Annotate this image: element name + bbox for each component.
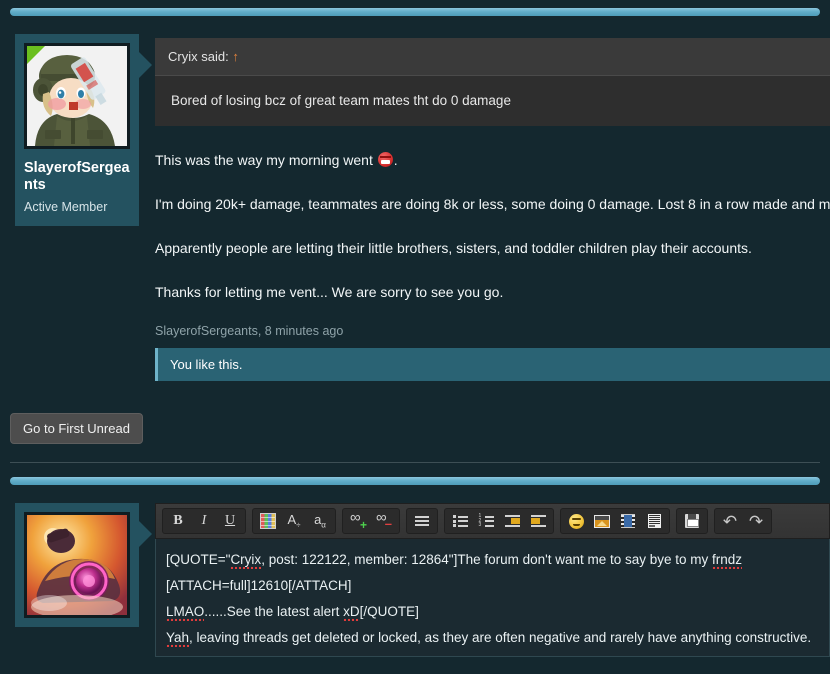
- editor-avatar[interactable]: [24, 512, 130, 618]
- post-paragraph-1: This was the way my morning went .: [155, 150, 830, 170]
- toolbar-group-text-style: A÷ aα: [252, 508, 336, 534]
- floppy-disk-icon: [685, 514, 699, 528]
- underline-icon: U: [225, 513, 235, 529]
- text-color-button[interactable]: [255, 509, 281, 533]
- post-meta: SlayerofSergeants, 8 minutes ago: [155, 324, 830, 338]
- numbered-list-button[interactable]: [473, 509, 499, 533]
- reply-editor-block: B I U A÷ aα: [0, 485, 830, 657]
- undo-arrow-icon: ↶: [723, 513, 737, 530]
- post-paragraph-3: Apparently people are letting their litt…: [155, 238, 830, 258]
- remove-link-button[interactable]: [371, 509, 397, 533]
- post-user-panel: SlayerofSergeants Active Member: [15, 34, 139, 226]
- bold-button[interactable]: B: [165, 509, 191, 533]
- quote-body: Bored of losing bcz of great team mates …: [155, 76, 830, 126]
- bold-icon: B: [173, 513, 182, 529]
- editor-line-3: LMAO......See the latest alert xD[/QUOTE…: [166, 599, 819, 625]
- outdent-icon: [505, 515, 520, 527]
- quote-jump-arrow-icon[interactable]: ↑: [232, 49, 239, 64]
- insert-media-button[interactable]: [615, 509, 641, 533]
- unordered-list-icon: [453, 515, 468, 527]
- reply-accent-bar: [10, 477, 820, 485]
- spellcheck-word: LMAO: [166, 604, 204, 623]
- toolbar-group-lists-indent: [444, 508, 554, 534]
- bullet-list-button[interactable]: [447, 509, 473, 533]
- quote-header[interactable]: Cryix said: ↑: [155, 38, 830, 76]
- spellcheck-word: frndz: [712, 552, 742, 571]
- indent-icon: [531, 515, 546, 527]
- section-divider: [10, 462, 820, 463]
- underline-button[interactable]: U: [217, 509, 243, 533]
- editor-line-2: [ATTACH=full]12610[/ATTACH]: [166, 573, 819, 599]
- toolbar-group-history: ↶ ↷: [714, 508, 772, 534]
- toolbar-group-insert-media: [560, 508, 670, 534]
- font-size-button[interactable]: A÷: [281, 509, 307, 533]
- smilies-button[interactable]: [563, 509, 589, 533]
- indent-button[interactable]: [525, 509, 551, 533]
- post-message-column: Cryix said: ↑ Bored of losing bcz of gre…: [155, 34, 830, 381]
- italic-icon: I: [202, 513, 207, 529]
- editor-column: B I U A÷ aα: [155, 503, 830, 657]
- spellcheck-word: Yah: [166, 630, 189, 649]
- editor-toolbar: B I U A÷ aα: [155, 503, 830, 539]
- link-add-icon: [350, 514, 366, 528]
- post-username[interactable]: SlayerofSergeants: [24, 160, 130, 194]
- toolbar-group-link-tools: [342, 508, 400, 534]
- font-family-icon: aα: [314, 512, 326, 530]
- align-button[interactable]: [409, 509, 435, 533]
- film-icon: [621, 514, 635, 528]
- insert-table-button[interactable]: [641, 509, 667, 533]
- go-to-first-unread-button[interactable]: Go to First Unread: [10, 413, 143, 444]
- spellcheck-word: Cryix: [230, 552, 261, 571]
- post-user-title: Active Member: [24, 200, 130, 214]
- undo-button[interactable]: ↶: [717, 509, 743, 533]
- insert-image-button[interactable]: [589, 509, 615, 533]
- italic-button[interactable]: I: [191, 509, 217, 533]
- font-size-icon: A÷: [287, 512, 300, 530]
- quote-author-label: Cryix said:: [168, 49, 229, 64]
- align-left-icon: [415, 516, 429, 527]
- post-paragraph-4: Thanks for letting me vent... We are sor…: [155, 282, 830, 302]
- editor-line-1: [QUOTE="Cryix, post: 122122, member: 128…: [166, 547, 819, 573]
- avatar[interactable]: [24, 43, 130, 149]
- spellcheck-word: xD: [343, 604, 360, 623]
- paragraph-1-text-after: .: [394, 152, 398, 168]
- toolbar-group-draft: [676, 508, 708, 534]
- editor-line-4: Yah, leaving threads get deleted or lock…: [166, 625, 819, 651]
- editor-avatar-image: [27, 515, 127, 615]
- smiley-icon: [569, 514, 584, 529]
- save-draft-button[interactable]: [679, 509, 705, 533]
- insert-link-button[interactable]: [345, 509, 371, 533]
- redo-arrow-icon: ↷: [749, 513, 763, 530]
- paragraph-1-text-before: This was the way my morning went: [155, 152, 377, 168]
- toolbar-group-text-format: B I U: [162, 508, 246, 534]
- post-paragraph-2: I'm doing 20k+ damage, teammates are doi…: [155, 194, 830, 214]
- editor-user-panel: [15, 503, 139, 627]
- font-family-button[interactable]: aα: [307, 509, 333, 533]
- post-likes-bar[interactable]: You like this.: [155, 348, 830, 381]
- document-icon: [648, 514, 661, 528]
- toolbar-group-alignment: [406, 508, 438, 534]
- quote-block: Cryix said: ↑ Bored of losing bcz of gre…: [155, 38, 830, 126]
- top-accent-bar: [10, 8, 820, 16]
- online-status-indicator: [27, 46, 45, 64]
- angry-face-emoji: [378, 152, 393, 167]
- unread-region: Go to First Unread: [0, 381, 830, 444]
- outdent-button[interactable]: [499, 509, 525, 533]
- ordered-list-icon: [479, 515, 494, 527]
- link-remove-icon: [376, 514, 392, 528]
- color-palette-icon: [261, 514, 275, 528]
- reply-text-area[interactable]: [QUOTE="Cryix, post: 122122, member: 128…: [155, 539, 830, 657]
- image-icon: [594, 515, 610, 528]
- redo-button[interactable]: ↷: [743, 509, 769, 533]
- forum-post: SlayerofSergeants Active Member Cryix sa…: [0, 16, 830, 381]
